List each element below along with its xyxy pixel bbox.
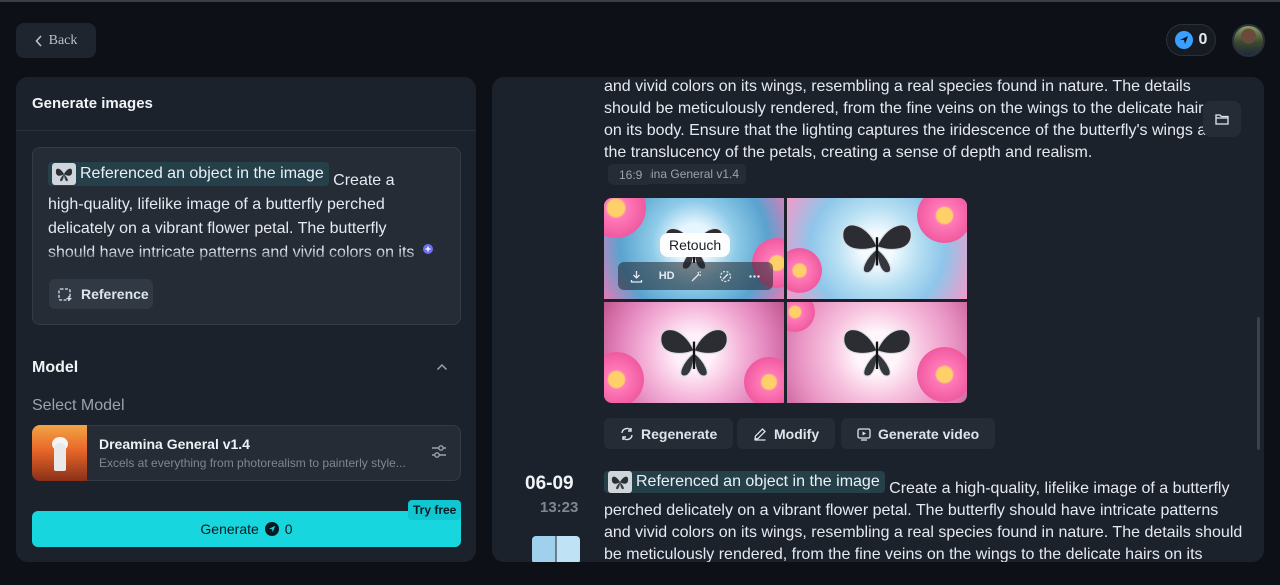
divider	[16, 130, 476, 131]
generate-cost: 0	[284, 521, 293, 537]
thumb-figure	[54, 443, 66, 471]
credits-count: 0	[1198, 31, 1208, 48]
generate-video-label: Generate video	[878, 425, 980, 442]
download-icon[interactable]	[630, 270, 643, 283]
credit-icon	[264, 522, 279, 536]
butterfly-illustration	[843, 328, 911, 376]
prompt-input[interactable]: Referenced an object in the image Create…	[32, 147, 461, 325]
modify-label: Modify	[774, 425, 820, 442]
flower-decoration	[744, 357, 784, 403]
reference-thumbnail	[608, 471, 632, 493]
more-icon[interactable]	[748, 270, 761, 283]
model-selector[interactable]: Dreamina General v1.4 Excels at everythi…	[32, 425, 461, 481]
select-model-label: Select Model	[32, 397, 125, 414]
credit-icon	[1174, 31, 1193, 49]
generate-panel: Generate images Referenced an object in …	[16, 77, 476, 562]
entry-date: 06-09	[525, 473, 574, 494]
generate-label: Generate	[200, 521, 259, 537]
folder-icon	[1215, 114, 1229, 125]
generated-image-4[interactable]	[787, 302, 967, 403]
butterfly-illustration	[660, 328, 728, 376]
magic-wand-icon[interactable]	[690, 270, 703, 283]
regenerate-label: Regenerate	[641, 425, 718, 442]
refresh-icon	[621, 427, 633, 440]
flower-decoration	[917, 347, 967, 402]
add-circle-icon[interactable]	[422, 243, 434, 255]
entry-thumbnail[interactable]	[532, 536, 580, 562]
flower-decoration	[917, 198, 967, 243]
butterfly-illustration	[842, 223, 912, 273]
top-border	[0, 0, 1280, 2]
generated-image-3[interactable]	[604, 302, 784, 403]
reference-button[interactable]: Reference	[49, 279, 153, 309]
regenerate-button[interactable]: Regenerate	[604, 418, 734, 449]
try-free-badge: Try free	[408, 500, 462, 520]
eraser-icon[interactable]	[719, 270, 732, 283]
model-thumbnail	[32, 425, 87, 481]
ratio-tag: 16:9	[611, 165, 651, 185]
flower-decoration	[604, 198, 646, 238]
video-icon	[857, 427, 871, 441]
modify-button[interactable]: Modify	[737, 418, 836, 449]
model-description: Excels at everything from photorealism t…	[99, 456, 406, 470]
panel-title: Generate images	[32, 95, 153, 112]
flower-decoration	[787, 248, 822, 293]
generated-image-2[interactable]	[787, 198, 967, 299]
previous-prompt: and vivid colors on its wings, resemblin…	[604, 77, 1224, 186]
prompt-fade	[48, 250, 428, 264]
folder-button[interactable]	[1203, 101, 1241, 137]
results-panel: and vivid colors on its wings, resemblin…	[492, 77, 1264, 562]
chevron-left-icon	[35, 34, 42, 47]
entry-prompt: Referenced an object in the image Create…	[604, 471, 1244, 562]
flower-decoration	[787, 302, 815, 332]
prompt-text-area[interactable]: Referenced an object in the image Create…	[48, 162, 428, 262]
reference-button-label: Reference	[81, 286, 149, 302]
reference-chip-label: Referenced an object in the image	[636, 473, 880, 490]
entry-time: 13:23	[540, 499, 579, 516]
model-section-title: Model	[32, 359, 79, 376]
image-grid: HD	[604, 198, 967, 403]
hd-button[interactable]: HD	[659, 270, 675, 282]
flower-decoration	[604, 352, 644, 403]
back-button[interactable]: Back	[16, 23, 96, 58]
image-toolbar: HD	[618, 262, 773, 290]
reference-thumbnail	[52, 163, 76, 185]
generate-video-button[interactable]: Generate video	[841, 418, 996, 449]
previous-prompt-text: and vivid colors on its wings, resemblin…	[604, 78, 1225, 161]
credits-badge[interactable]: 0	[1166, 24, 1216, 56]
reference-chip-label: Referenced an object in the image	[80, 165, 324, 182]
avatar[interactable]	[1232, 24, 1265, 57]
back-label: Back	[48, 32, 78, 48]
scrollbar[interactable]	[1257, 317, 1260, 450]
chevron-up-icon[interactable]	[436, 363, 448, 371]
generate-button[interactable]: Generate 0	[32, 511, 461, 547]
reference-chip[interactable]: Referenced an object in the image	[48, 162, 329, 186]
reference-chip[interactable]: Referenced an object in the image	[604, 471, 885, 493]
image-add-icon	[58, 287, 72, 301]
sliders-icon[interactable]	[430, 443, 448, 461]
model-name: Dreamina General v1.4	[99, 436, 250, 452]
pencil-icon	[754, 427, 766, 441]
retouch-tooltip: Retouch	[660, 233, 731, 257]
